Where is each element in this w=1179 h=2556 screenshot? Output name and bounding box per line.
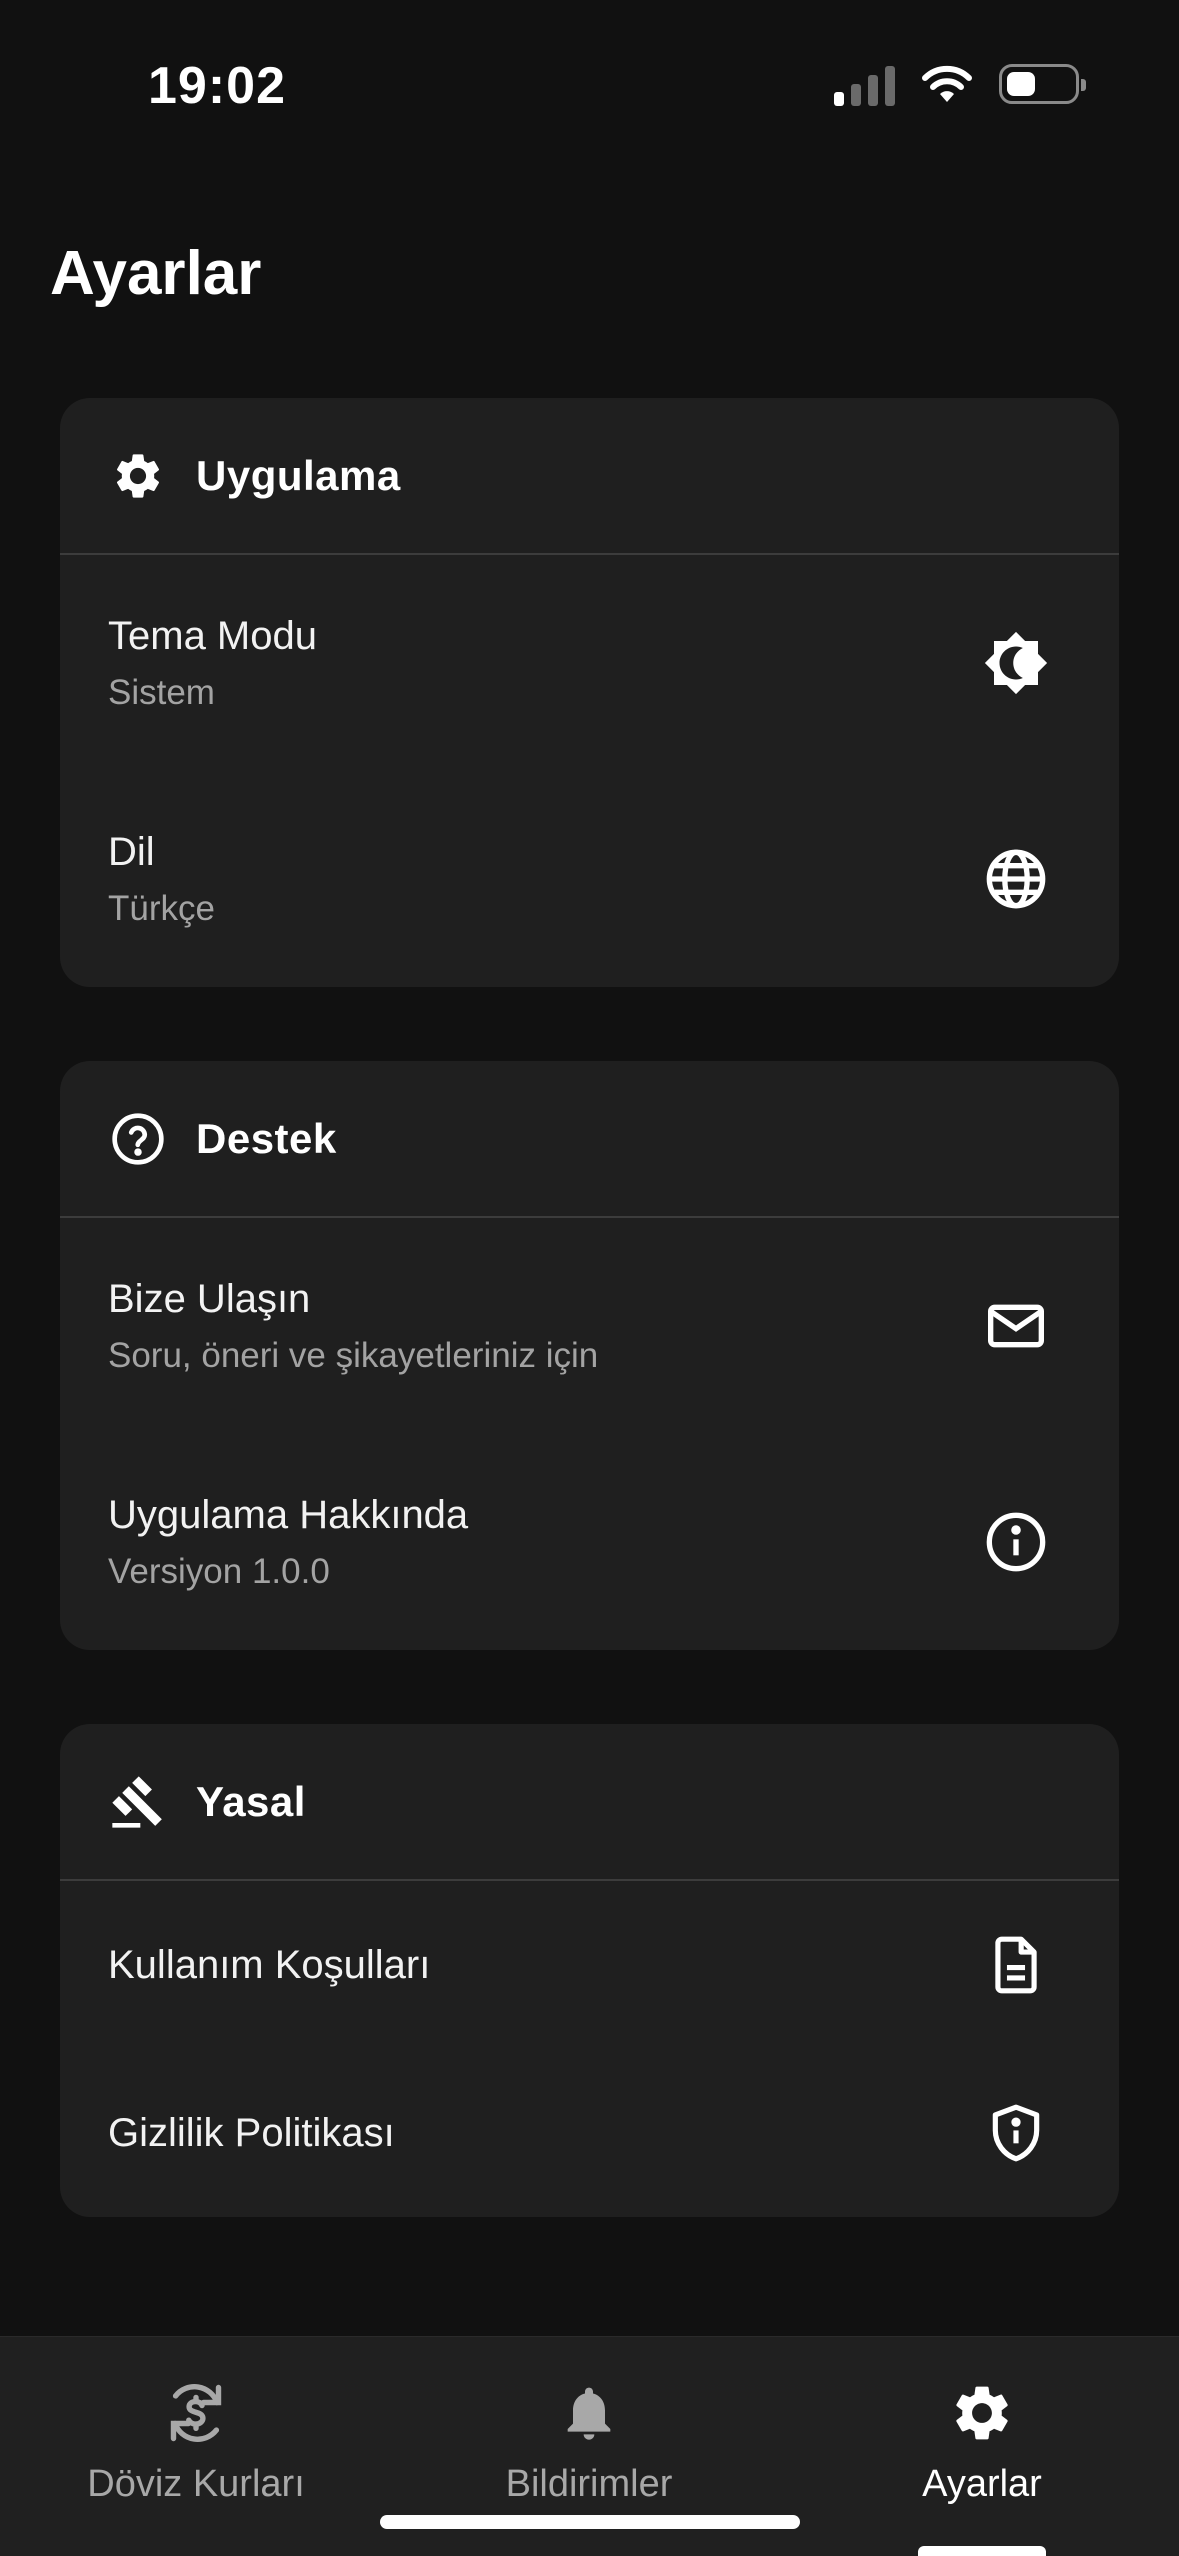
section-header: Uygulama (60, 398, 1119, 555)
section-legal: Yasal Kullanım Koşulları Gizlilik Politi… (60, 1724, 1119, 2217)
terms-of-use-item[interactable]: Kullanım Koşulları (60, 1881, 1119, 2049)
shield-icon (983, 2100, 1049, 2166)
tab-label: Bildirimler (505, 2463, 673, 2505)
tab-label: Ayarlar (922, 2463, 1042, 2505)
item-subtitle: Versiyon 1.0.0 (108, 1551, 330, 1591)
section-title: Yasal (196, 1777, 306, 1825)
active-tab-indicator (918, 2546, 1046, 2556)
mail-icon (983, 1293, 1049, 1359)
tab-currency-rates[interactable]: Döviz Kurları (26, 2377, 366, 2506)
globe-icon (983, 846, 1049, 912)
tab-label: Döviz Kurları (87, 2463, 305, 2505)
item-title: Dil (108, 829, 155, 874)
item-title: Gizlilik Politikası (108, 2110, 395, 2155)
settings-screen: 19:02 Ayarlar Uygulama Tema Modu Sistem … (0, 0, 1179, 2556)
item-title: Uygulama Hakkında (108, 1492, 469, 1537)
item-subtitle: Sistem (108, 672, 215, 712)
theme-mode-item[interactable]: Tema Modu Sistem (60, 555, 1119, 771)
section-title: Uygulama (196, 451, 401, 499)
tab-notifications[interactable]: Bildirimler (419, 2377, 759, 2506)
gavel-icon (110, 1774, 166, 1830)
privacy-policy-item[interactable]: Gizlilik Politikası (60, 2049, 1119, 2217)
status-bar: 19:02 (0, 0, 1179, 175)
wifi-icon (922, 65, 972, 102)
language-item[interactable]: Dil Türkçe (60, 771, 1119, 987)
about-app-item[interactable]: Uygulama Hakkında Versiyon 1.0.0 (60, 1434, 1119, 1650)
document-icon (983, 1932, 1049, 1998)
section-title: Destek (196, 1114, 337, 1162)
item-title: Bize Ulaşın (108, 1276, 311, 1321)
gear-icon (110, 448, 166, 504)
home-indicator[interactable] (380, 2515, 800, 2529)
section-app: Uygulama Tema Modu Sistem Dil Türkçe (60, 398, 1119, 987)
contact-us-item[interactable]: Bize Ulaşın Soru, öneri ve şikayetlerini… (60, 1218, 1119, 1434)
gear-icon (946, 2377, 1018, 2449)
section-support: Destek Bize Ulaşın Soru, öneri ve şikaye… (60, 1061, 1119, 1650)
brightness-icon (983, 630, 1049, 696)
bell-icon (553, 2377, 625, 2449)
section-header: Yasal (60, 1724, 1119, 1881)
cellular-signal-icon (834, 62, 895, 106)
tab-settings[interactable]: Ayarlar (812, 2377, 1152, 2506)
status-icons (834, 62, 1086, 106)
info-icon (983, 1509, 1049, 1575)
page-title: Ayarlar (50, 239, 262, 308)
currency-exchange-icon (160, 2377, 232, 2449)
item-subtitle: Soru, öneri ve şikayetleriniz için (108, 1335, 599, 1375)
battery-icon (999, 64, 1086, 104)
status-time: 19:02 (148, 57, 286, 115)
item-title: Kullanım Koşulları (108, 1942, 431, 1987)
help-circle-icon (110, 1111, 166, 1167)
section-header: Destek (60, 1061, 1119, 1218)
item-subtitle: Türkçe (108, 888, 215, 928)
item-title: Tema Modu (108, 613, 317, 658)
